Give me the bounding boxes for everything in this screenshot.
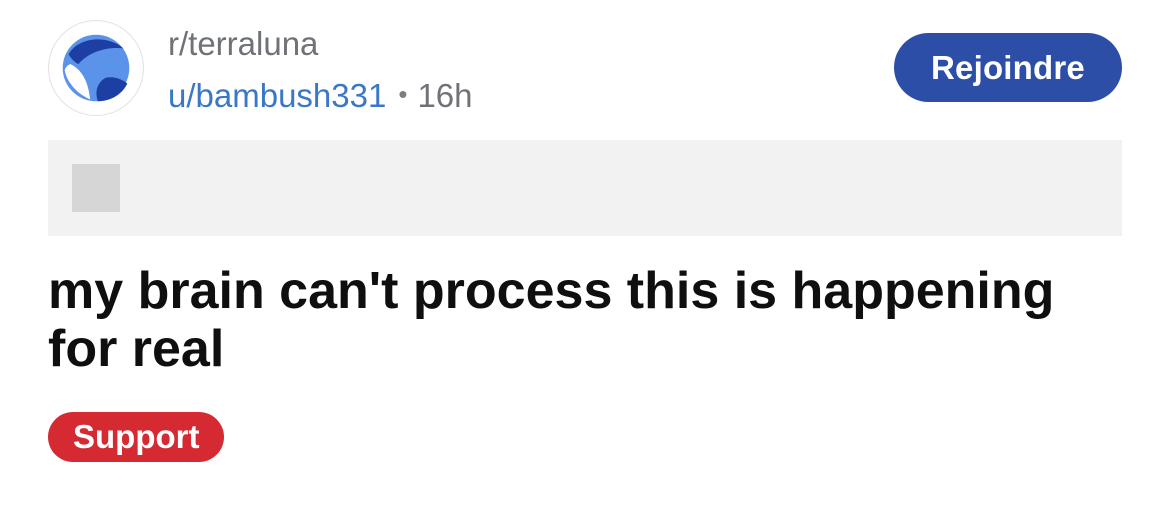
terra-luna-planet-icon	[62, 34, 130, 102]
image-placeholder-icon	[72, 164, 120, 212]
post-meta: u/bambush331 • 16h	[168, 74, 473, 116]
author-username[interactable]: u/bambush331	[168, 77, 386, 114]
post-time: 16h	[417, 77, 473, 114]
join-button[interactable]: Rejoindre	[894, 33, 1122, 102]
community-name[interactable]: r/terraluna	[168, 24, 318, 64]
meta-separator: •	[398, 79, 408, 109]
community-avatar[interactable]	[48, 20, 144, 116]
post-flair-badge[interactable]: Support	[48, 412, 225, 462]
post-title[interactable]: my brain can't process this is happening…	[48, 262, 1138, 378]
post-media-preview[interactable]	[48, 140, 1122, 236]
